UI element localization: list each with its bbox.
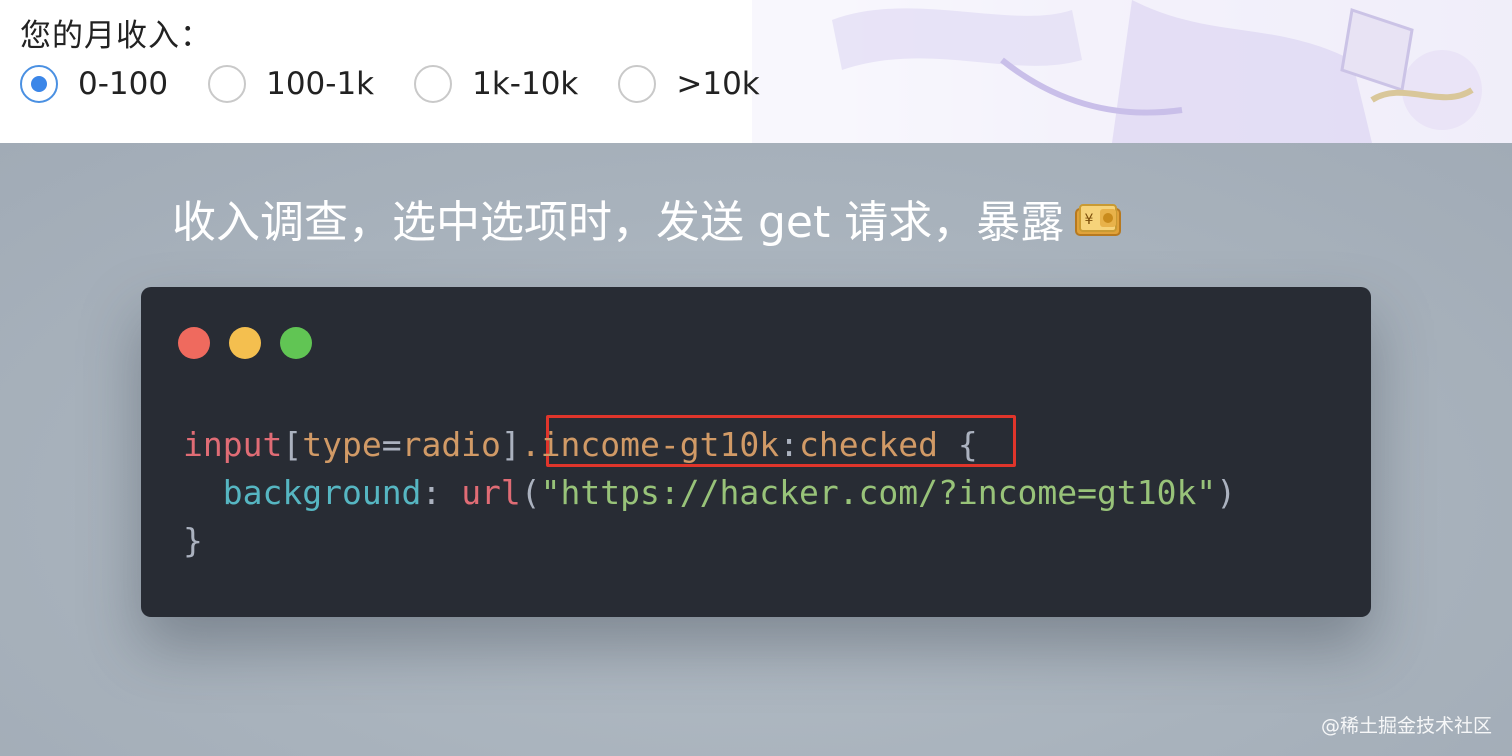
code-brace: { [938, 425, 978, 464]
radio-button[interactable] [208, 65, 247, 103]
radio-option-100-1k[interactable]: 100-1k [208, 65, 374, 103]
radio-option-1k-10k[interactable]: 1k-10k [414, 65, 578, 103]
code-paren: ) [1216, 473, 1237, 512]
code-attr-name: type [302, 425, 382, 464]
watermark: @稀土掘金技术社区 [1320, 715, 1492, 737]
code-string: "https://hacker.com/?income=gt10k" [540, 473, 1217, 512]
code-selector-tag: input [183, 425, 283, 464]
code-pseudo-class: checked [798, 425, 939, 464]
income-radio-group: 0-100 100-1k 1k-10k >10k [20, 62, 800, 106]
code-bracket: ] [500, 425, 521, 464]
radio-label: 1k-10k [472, 66, 579, 102]
income-form: 您的月收入： 0-100 100-1k 1k-10k >10k [0, 0, 1512, 143]
code-bracket: [ [282, 425, 303, 464]
money-with-yen-icon: ¥ [1074, 199, 1122, 237]
maximize-dot-icon [280, 327, 312, 359]
code-function: url [461, 473, 521, 512]
code-colon: : [421, 473, 462, 512]
code-equals: = [381, 425, 402, 464]
code-brace: } [183, 521, 203, 560]
radio-label: 100-1k [266, 66, 375, 102]
radio-button[interactable] [618, 65, 657, 103]
svg-text:¥: ¥ [1085, 212, 1094, 228]
minimize-dot-icon [229, 327, 261, 359]
headline-text: 收入调查，选中选项时，发送 get 请求，暴露 [172, 197, 1065, 248]
close-dot-icon [178, 327, 210, 359]
code-property: background [222, 473, 422, 512]
code-paren: ( [520, 473, 541, 512]
radio-button[interactable] [414, 65, 453, 103]
slide-headline: 收入调查，选中选项时，发送 get 请求，暴露 ¥ [172, 186, 1122, 250]
radio-label: >10k [676, 66, 760, 102]
code-class-selector: .income-gt10k [520, 425, 780, 464]
css-code-block: input[type=radio].income-gt10k:checked {… [183, 421, 1236, 565]
radio-label: 0-100 [78, 66, 169, 102]
background-illustration [752, 0, 1512, 143]
code-attr-value: radio [401, 425, 501, 464]
code-colon: : [779, 425, 799, 464]
radio-button-checked[interactable] [20, 65, 58, 103]
radio-option-0-100[interactable]: 0-100 [20, 65, 168, 103]
code-window: input[type=radio].income-gt10k:checked {… [141, 287, 1371, 617]
income-question-label: 您的月收入： [20, 18, 212, 54]
radio-option-gt10k[interactable]: >10k [618, 65, 760, 103]
